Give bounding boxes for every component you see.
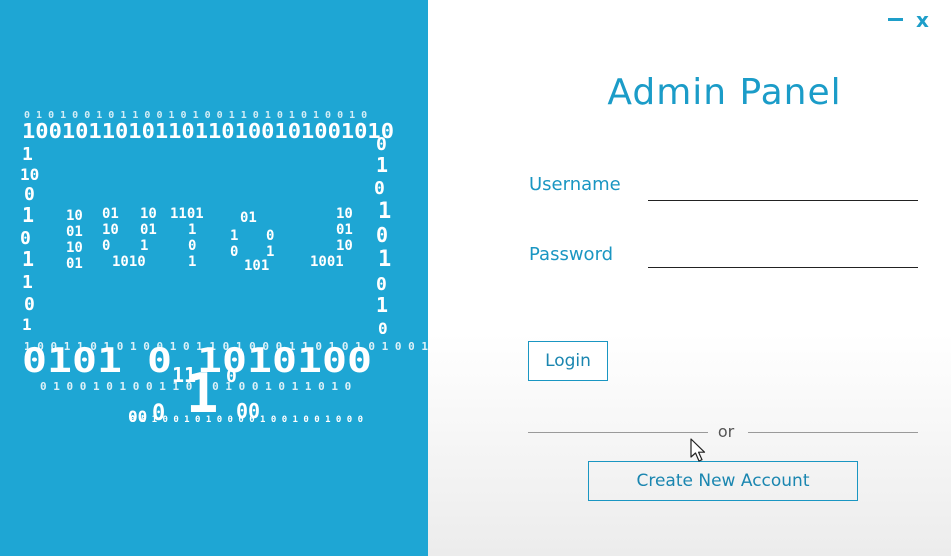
svg-text:10: 10 [140, 206, 157, 222]
username-input[interactable] [648, 174, 918, 201]
minimize-icon[interactable] [886, 10, 904, 28]
svg-text:101: 101 [244, 258, 269, 274]
password-input[interactable] [648, 241, 918, 268]
svg-text:01: 01 [66, 256, 83, 272]
svg-text:1101: 1101 [170, 206, 204, 222]
page-title: Admin Panel [607, 72, 842, 113]
svg-text:01: 01 [102, 206, 119, 222]
binary-monitor-logo-icon: 1001011010110110100101001010 0 1 0 1 0 0… [20, 110, 428, 426]
svg-text:0 1 0 1 0 0 1 0 1 1 0 0 1 0 1: 0 1 0 1 0 0 1 0 1 1 0 0 1 0 1 0 0 1 1 0 … [24, 110, 367, 121]
svg-text:0: 0 [266, 228, 274, 244]
svg-text:1 0 0 1 1 0 1 0 1 0 0 1 0 1 1: 1 0 0 1 1 0 1 0 1 0 0 1 0 1 1 0 1 0 0 0 … [24, 340, 428, 353]
svg-text:01: 01 [336, 222, 353, 238]
svg-text:1001011010110110100101001010: 1001011010110110100101001010 [22, 119, 394, 143]
svg-text:1: 1 [230, 228, 238, 244]
svg-text:11: 11 [172, 363, 196, 387]
svg-text:0: 0 [374, 178, 385, 199]
svg-text:10: 10 [102, 222, 119, 238]
svg-text:1: 1 [376, 153, 388, 177]
separator-line-left [528, 432, 708, 433]
close-button[interactable]: x [916, 8, 929, 32]
svg-text:0: 0 [24, 294, 35, 315]
svg-text:0: 0 [24, 184, 35, 205]
svg-text:1: 1 [188, 222, 196, 238]
svg-text:1010: 1010 [112, 254, 146, 270]
create-account-button[interactable]: Create New Account [588, 461, 858, 501]
login-button[interactable]: Login [528, 341, 608, 381]
svg-text:0 0 1 0 0 1 0 1 0 0 0 0 1 0 0: 0 0 1 0 0 1 0 1 0 0 0 0 1 0 0 1 0 0 1 0 … [130, 415, 363, 425]
svg-text:0: 0 [376, 134, 387, 155]
separator-text: or [717, 422, 735, 441]
svg-text:1: 1 [378, 247, 391, 272]
mouse-cursor-icon [690, 438, 706, 462]
svg-text:10: 10 [336, 206, 353, 222]
svg-text:1: 1 [188, 254, 196, 270]
username-label: Username [529, 174, 621, 195]
svg-text:01: 01 [66, 224, 83, 240]
svg-text:0: 0 [102, 238, 110, 254]
svg-text:1: 1 [376, 293, 388, 317]
svg-text:10: 10 [66, 208, 83, 224]
svg-text:0: 0 [376, 274, 387, 295]
svg-text:0: 0 [226, 366, 237, 387]
svg-text:0: 0 [378, 319, 388, 338]
svg-text:10: 10 [66, 240, 83, 256]
svg-text:0: 0 [376, 223, 388, 247]
svg-text:1: 1 [22, 315, 32, 334]
svg-text:0: 0 [20, 228, 31, 249]
svg-text:1: 1 [22, 144, 33, 165]
svg-text:0: 0 [188, 238, 196, 254]
svg-text:01: 01 [140, 222, 157, 238]
svg-text:1: 1 [378, 199, 391, 224]
logo-panel: 1001011010110110100101001010 0 1 0 1 0 0… [0, 0, 428, 556]
svg-text:1: 1 [22, 272, 33, 293]
svg-text:10: 10 [20, 165, 39, 184]
svg-text:0: 0 [230, 244, 238, 260]
separator-line-right [748, 432, 918, 433]
svg-text:1001: 1001 [310, 254, 344, 270]
svg-text:1: 1 [22, 203, 34, 227]
svg-text:1: 1 [22, 247, 34, 271]
svg-text:1: 1 [140, 238, 148, 254]
password-label: Password [529, 244, 614, 265]
svg-text:10: 10 [336, 238, 353, 254]
svg-text:01: 01 [240, 210, 257, 226]
